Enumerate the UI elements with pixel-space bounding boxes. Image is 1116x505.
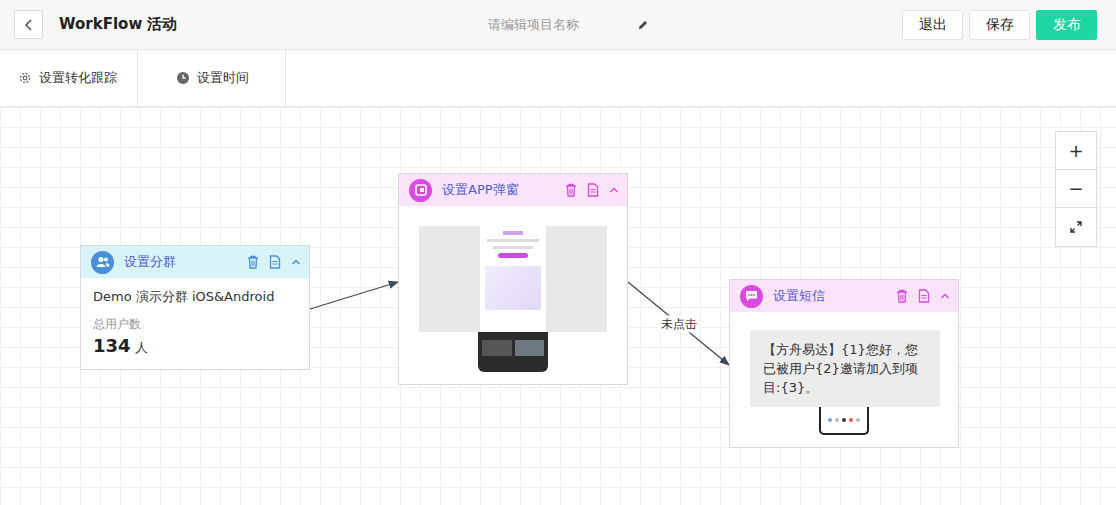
back-button[interactable]	[14, 10, 43, 39]
metric: 134 人	[93, 335, 297, 357]
chevron-up-icon[interactable]	[609, 186, 619, 194]
metric-value: 134	[93, 335, 131, 356]
page-title: WorkFlow 活动	[59, 15, 177, 34]
node-type-icon	[409, 179, 432, 202]
flow-node[interactable]: 设置分群 Demo 演示分群 iOS&Android 总用户数 134 人	[80, 245, 310, 370]
phone-frame	[478, 332, 548, 372]
top-bar-button[interactable]: 保存	[969, 10, 1030, 40]
chevron-up-icon[interactable]	[940, 292, 950, 300]
metric-label: 总用户数	[93, 316, 297, 333]
flow-node[interactable]: 设置APP弹窗	[398, 173, 628, 385]
metric-unit: 人	[135, 339, 148, 357]
node-body: 【方舟易达】{1}您好，您已被用户{2}邀请加入到项目:{3}。	[730, 312, 958, 447]
flow-canvas[interactable]: 未点击 设置分群 Demo 演示分群 iOS&Android 总用户数 134 …	[0, 107, 1116, 505]
toolbar-label: 设置转化跟踪	[39, 69, 117, 87]
toolbar-item[interactable]: 设置时间	[138, 50, 286, 106]
node-body: Demo 演示分群 iOS&Android 总用户数 134 人	[81, 278, 309, 369]
zoom-out-button[interactable]: −	[1056, 170, 1096, 208]
node-title: 设置APP弹窗	[442, 181, 555, 199]
back-chevron-icon	[24, 18, 34, 32]
copy-icon[interactable]	[269, 255, 281, 269]
top-bar-button[interactable]: 退出	[902, 10, 963, 40]
node-type-icon	[740, 285, 763, 308]
toolbar-label: 设置时间	[197, 69, 249, 87]
people-icon	[96, 256, 110, 268]
node-body	[399, 206, 627, 384]
edge-label: 未点击	[658, 315, 700, 332]
message-icon	[745, 290, 758, 302]
flow-node[interactable]: 设置短信 【方舟易达】{1}您好，您已被用户{2}邀请加入到项目:{3}。	[729, 279, 959, 448]
node-title: 设置短信	[773, 287, 886, 305]
fit-view-button[interactable]	[1056, 208, 1096, 246]
top-bar: WorkFlow 活动 请编辑项目名称 退出保存发布	[0, 0, 1116, 50]
edge-arrow[interactable]	[628, 282, 729, 365]
popup-icon	[415, 184, 427, 196]
copy-icon[interactable]	[918, 289, 930, 303]
expand-icon	[1070, 221, 1082, 233]
trash-icon[interactable]	[565, 183, 577, 197]
node-header: 设置分群	[81, 246, 309, 278]
node-header: 设置短信	[730, 280, 958, 312]
toolbar: 设置转化跟踪 设置时间	[0, 50, 1116, 107]
project-name-field[interactable]: 请编辑项目名称	[214, 16, 902, 34]
edge-arrow[interactable]	[310, 282, 398, 309]
workflow-page: WorkFlow 活动 请编辑项目名称 退出保存发布 设置转化跟踪 设置时间 未…	[0, 0, 1116, 505]
node-title: 设置分群	[124, 253, 237, 271]
pencil-icon[interactable]	[637, 19, 649, 31]
node-type-icon	[91, 251, 114, 274]
chevron-up-icon[interactable]	[291, 258, 301, 266]
node-header: 设置APP弹窗	[399, 174, 627, 206]
gear-icon	[18, 71, 32, 85]
popup-preview	[419, 226, 607, 332]
zoom-in-button[interactable]: +	[1056, 132, 1096, 170]
trash-icon[interactable]	[247, 255, 259, 269]
segment-name: Demo 演示分群 iOS&Android	[93, 288, 297, 306]
toolbar-item[interactable]: 设置转化跟踪	[0, 50, 138, 106]
zoom-controls: + −	[1055, 131, 1097, 247]
clock-icon	[176, 71, 190, 85]
phone-frame	[819, 407, 869, 435]
project-name-placeholder: 请编辑项目名称	[488, 16, 579, 34]
sms-message: 【方舟易达】{1}您好，您已被用户{2}邀请加入到项目:{3}。	[750, 330, 940, 407]
copy-icon[interactable]	[587, 183, 599, 197]
trash-icon[interactable]	[896, 289, 908, 303]
top-bar-button[interactable]: 发布	[1036, 10, 1097, 40]
phone-screen-image	[480, 226, 546, 332]
